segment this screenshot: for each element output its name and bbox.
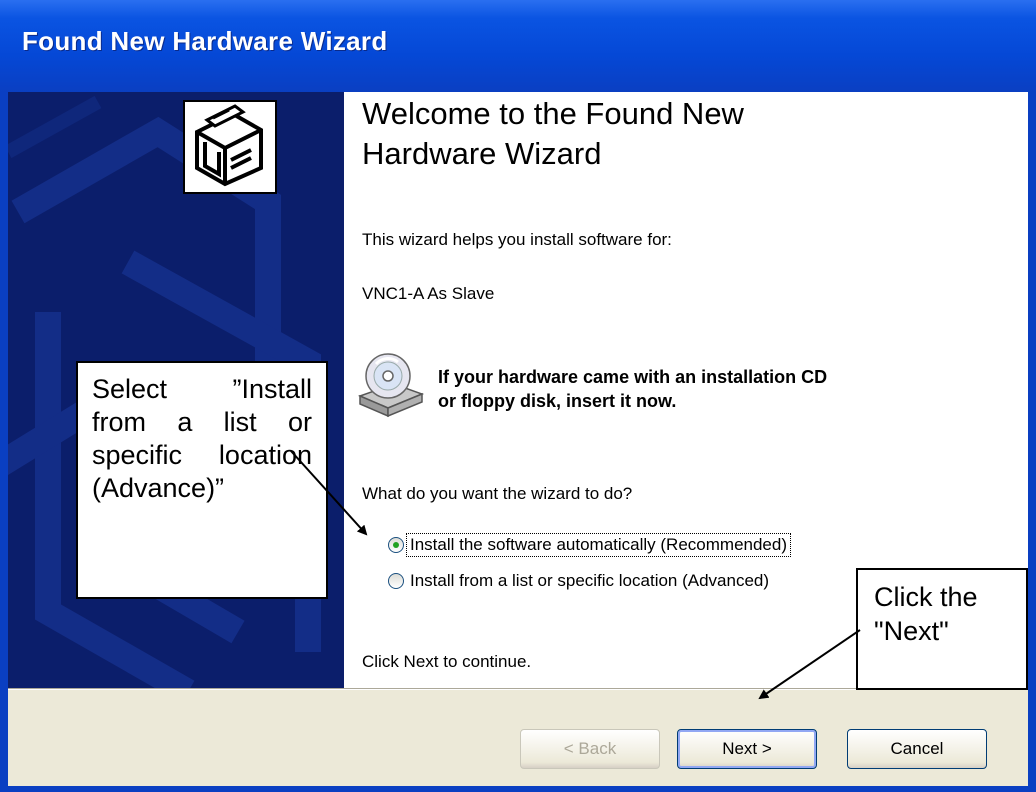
cd-drive-icon [354,350,426,420]
option-install-automatically[interactable]: Install the software automatically (Reco… [388,533,791,557]
window-border-right [1028,92,1036,792]
hardware-box-icon [183,100,277,194]
wizard-question: What do you want the wizard to do? [362,484,633,503]
intro-text: This wizard helps you install software f… [362,230,672,249]
option-automatic-label[interactable]: Install the software automatically (Reco… [406,533,791,557]
next-button[interactable]: Next > [677,729,817,769]
radio-automatic[interactable] [388,537,404,553]
cd-instruction-line-1: If your hardware came with an installati… [438,367,828,387]
radio-selected-dot [393,542,399,548]
page-heading: Welcome to the Found New Hardware Wizard [362,94,744,174]
annotation-click-next: Click the "Next" [856,568,1028,690]
back-button[interactable]: < Back [520,729,660,769]
cd-instruction-line-2: or floppy disk, insert it now. [438,391,677,411]
window-border-left [0,92,8,792]
window-border-bottom [0,785,1036,792]
wizard-window: Found New Hardware Wizard Welcome to the… [0,0,1036,792]
title-bar[interactable]: Found New Hardware Wizard [0,0,1036,92]
option-from-list-label[interactable]: Install from a list or specific location… [408,571,771,591]
heading-line-1: Welcome to the Found New [362,96,744,131]
device-name: VNC1-A As Slave [362,284,495,303]
radio-from-list[interactable] [388,573,404,589]
window-title: Found New Hardware Wizard [22,26,388,56]
cancel-button[interactable]: Cancel [847,729,987,769]
cd-instruction: If your hardware came with an installati… [438,365,827,413]
annotation-select-option: Select ”Install from a list or specific … [76,361,328,599]
option-install-from-list[interactable]: Install from a list or specific location… [388,569,771,593]
heading-line-2: Hardware Wizard [362,136,602,171]
continue-text: Click Next to continue. [362,652,532,671]
